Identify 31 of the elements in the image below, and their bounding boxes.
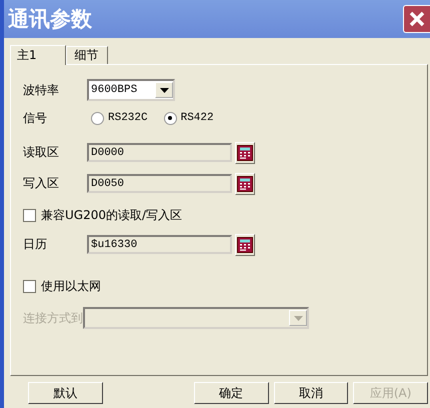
input-field[interactable]: $u16330 [87,235,232,254]
tab[interactable]: 主1 [10,45,66,65]
calculator-icon [237,144,253,160]
field-label: 连接方式到 [23,310,84,326]
calculator-button[interactable] [235,142,255,164]
baud-rate-dropdown[interactable]: 9600BPS [87,79,175,101]
field-label: 信号 [23,110,48,126]
caret-icon [160,88,168,92]
radio-option[interactable]: RS422 [164,112,214,124]
close-icon [408,10,426,28]
calculator-button[interactable] [235,172,255,194]
dialog-button[interactable]: 取消 [274,382,348,404]
checkbox-option[interactable]: 使用以太网 [23,277,415,295]
input-field[interactable]: D0050 [87,174,232,193]
close-button[interactable] [403,5,430,33]
input-field[interactable]: D0000 [87,143,232,162]
dialog-button[interactable]: 默认 [28,382,103,404]
field-label: 写入区 [23,175,60,192]
connection-dropdown[interactable] [83,307,309,329]
checkbox-option[interactable]: 兼容UG200的读取/写入区 [23,206,415,224]
window-title: 通讯参数 [8,5,92,33]
calculator-icon [237,176,253,192]
calculator-button[interactable] [235,234,255,256]
tab[interactable]: 细节 [66,46,108,64]
radio-option[interactable]: RS232C [91,112,148,124]
field-label: 读取区 [23,144,60,161]
dialog-button[interactable]: 确定 [194,382,268,404]
field-label: 波特率 [23,82,60,98]
caret-icon [294,316,302,320]
calculator-icon [237,236,253,252]
field-label: 日历 [23,236,48,253]
